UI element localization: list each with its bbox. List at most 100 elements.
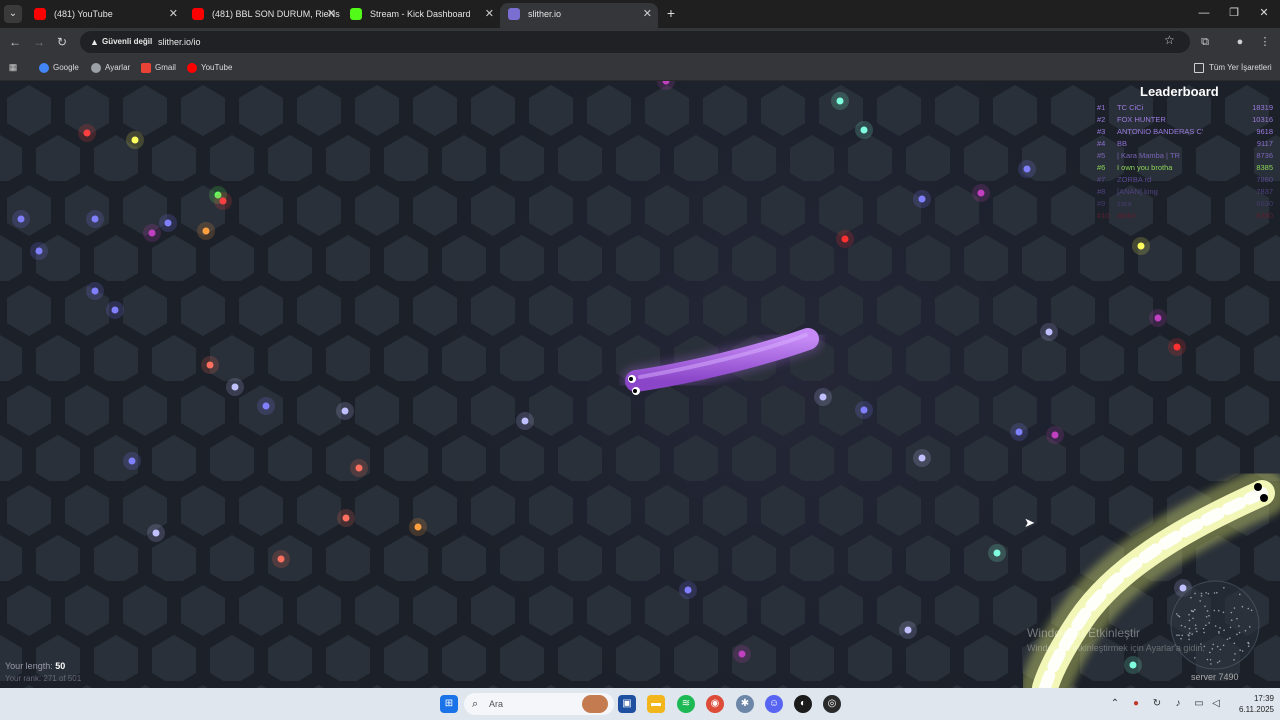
epic-games-icon[interactable]: ◐ <box>794 695 812 713</box>
food-pellet <box>918 195 926 203</box>
minimap-dot <box>1223 586 1225 589</box>
forward-icon[interactable]: → <box>30 33 48 51</box>
leaderboard-name: [ANAN] king <box>1117 187 1158 196</box>
microphone-icon[interactable]: ♪ <box>1171 696 1185 712</box>
minimap-dot <box>1191 633 1193 635</box>
tab-kick[interactable]: Stream - Kick Dashboard ✕ <box>342 3 500 28</box>
bookmark-youtube[interactable]: YouTube <box>187 61 232 75</box>
youtube-icon <box>187 63 197 73</box>
tab-slither[interactable]: slither.io ✕ <box>500 3 658 28</box>
leaderboard-row: #1 TC CiCi 18319 <box>1097 102 1273 114</box>
leaderboard-score: 10316 <box>1252 115 1273 124</box>
tab-bbl[interactable]: (481) BBL SON DURUM, RieNs ✕ <box>184 3 342 28</box>
minimap-dot <box>1238 631 1241 634</box>
spotify-icon[interactable]: ≋ <box>677 695 695 713</box>
close-icon[interactable]: ✕ <box>643 3 652 25</box>
bookmark-star-icon[interactable]: ☆ <box>1164 33 1175 47</box>
food-pellet <box>1045 328 1053 336</box>
minimap-dot <box>1233 642 1236 645</box>
reload-icon[interactable]: ↻ <box>53 33 71 51</box>
food-pellet <box>262 402 270 410</box>
minimize-button[interactable]: — <box>1189 4 1219 22</box>
leaderboard-name: abdol <box>1117 211 1136 220</box>
taskbar-clock[interactable]: 17:39 6.11.2025 <box>1226 693 1274 715</box>
bookmark-gmail[interactable]: Gmail <box>141 61 176 75</box>
minimap-dot <box>1190 596 1192 599</box>
restore-button[interactable]: ❐ <box>1219 4 1249 22</box>
youtube-icon <box>34 8 46 20</box>
minimap-dot <box>1213 592 1216 594</box>
apps-grid-icon[interactable]: ▦ <box>7 61 19 73</box>
network-icon[interactable]: ▭ <box>1192 696 1206 712</box>
insecure-label: Güvenli değil <box>102 37 153 46</box>
minimap-dot <box>1236 633 1238 636</box>
food-pellet <box>355 464 363 472</box>
minimap-dot <box>1188 638 1190 641</box>
minimap-dot <box>1188 627 1191 630</box>
all-bookmarks-label: Tüm Yer İşaretleri <box>1209 63 1272 72</box>
settings-app-icon[interactable]: ✱ <box>736 695 754 713</box>
minimap-dot <box>1193 657 1196 659</box>
leaderboard-rank: #5 <box>1097 151 1106 160</box>
tab-search-icon[interactable]: ⌄ <box>4 5 22 23</box>
tab-youtube[interactable]: (481) YouTube ✕ <box>26 3 184 28</box>
profile-avatar[interactable]: ● <box>1232 34 1248 50</box>
minimap-dot <box>1207 592 1210 595</box>
minimap-dot <box>1204 605 1206 608</box>
leaderboard-score: 7860 <box>1256 175 1273 184</box>
minimap-dot <box>1233 659 1235 661</box>
food-pellet <box>131 136 139 144</box>
all-bookmarks[interactable]: Tüm Yer İşaretleri <box>1194 61 1272 75</box>
security-chip[interactable]: ▲ Güvenli değil <box>86 34 158 50</box>
minimap-dot <box>1208 622 1210 624</box>
calendar-app-icon[interactable]: ▣ <box>618 695 636 713</box>
warning-icon: ▲ <box>90 37 99 47</box>
minimap-dot <box>1210 663 1212 665</box>
food-pellet <box>1179 584 1187 592</box>
steam-icon[interactable]: ◎ <box>823 695 841 713</box>
minimap-dot <box>1208 614 1210 617</box>
minimap-dot <box>1178 615 1181 618</box>
close-window-button[interactable]: ✕ <box>1249 4 1279 22</box>
minimap-dot <box>1209 651 1211 654</box>
leaderboard-name: ZORBA rd <box>1117 175 1152 184</box>
minimap-dot <box>1188 619 1191 622</box>
minimap-dot <box>1200 592 1203 595</box>
back-icon[interactable]: ← <box>6 33 24 51</box>
close-icon[interactable]: ✕ <box>485 3 494 25</box>
close-icon[interactable]: ✕ <box>327 3 336 25</box>
menu-icon[interactable]: ⋮ <box>1257 34 1273 50</box>
clock-date: 6.11.2025 <box>1239 705 1274 714</box>
food-pellet <box>819 393 827 401</box>
close-icon[interactable]: ✕ <box>169 3 178 25</box>
leaderboard-row: #8 [ANAN] king 7837 <box>1097 186 1273 198</box>
extensions-icon[interactable]: ⧉ <box>1197 34 1213 50</box>
minimap-dot <box>1238 593 1241 596</box>
food-pellet <box>91 215 99 223</box>
new-tab-button[interactable]: + <box>663 4 679 22</box>
minimap-dot <box>1247 645 1250 648</box>
antivirus-icon[interactable]: ● <box>1129 696 1143 712</box>
file-explorer-icon[interactable]: ▬ <box>647 695 665 713</box>
minimap-dot <box>1250 609 1253 612</box>
minimap-dot <box>1184 626 1186 628</box>
tray-overflow-icon[interactable]: ⌃ <box>1108 696 1122 712</box>
windows-start-icon[interactable]: ⊞ <box>440 695 458 713</box>
bookmarks-bar: ▦ Google Ayarlar Gmail YouTube Tüm Yer İ… <box>0 56 1280 81</box>
sync-icon[interactable]: ↻ <box>1150 696 1164 712</box>
volume-icon[interactable]: ◁ <box>1209 696 1223 712</box>
food-pellet <box>148 229 156 237</box>
widgets-icon[interactable] <box>582 695 608 713</box>
minimap-dot <box>1248 626 1251 628</box>
slither-icon <box>508 8 520 20</box>
chrome-icon[interactable]: ◉ <box>706 695 724 713</box>
game-canvas[interactable]: Leaderboard #1 TC CiCi 18319 #2 FOX HUNTER 10… <box>0 81 1280 688</box>
discord-icon[interactable]: ☺ <box>765 695 783 713</box>
bookmark-settings[interactable]: Ayarlar <box>91 61 130 75</box>
bookmark-google[interactable]: Google <box>39 61 79 75</box>
food-pellet <box>684 586 692 594</box>
leaderboard-score: 7837 <box>1256 187 1273 196</box>
minimap-dot <box>1223 629 1225 632</box>
minimap-dot <box>1209 658 1212 661</box>
address-bar[interactable]: ▲ Güvenli değil slither.io/io <box>80 31 1190 53</box>
